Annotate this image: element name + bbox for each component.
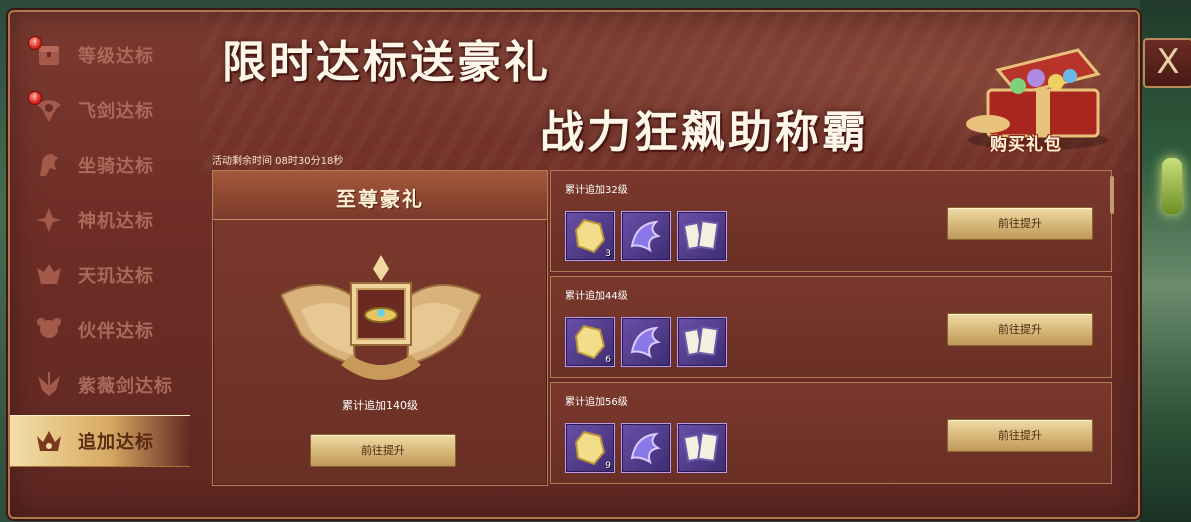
main-reward-card: 至尊豪礼 累计追加140级 前往提升	[212, 170, 548, 486]
sidebar: ! 等级达标 ! 飞剑达标 坐骑达标 神机达标 天玑达标 伙伴达标 紫薇剑达标 …	[10, 26, 190, 496]
sidebar-item-ziwei-sword[interactable]: 紫薇剑达标	[10, 360, 190, 410]
main-reward-description: 累计追加140级	[342, 399, 418, 412]
sidebar-item-label: 紫薇剑达标	[78, 376, 173, 397]
sidebar-item-label: 追加达标	[78, 432, 154, 453]
go-upgrade-button[interactable]: 前往提升	[947, 313, 1093, 346]
mount-icon	[32, 148, 66, 182]
reward-item-slot[interactable]	[677, 423, 727, 473]
sidebar-item-label: 天玑达标	[78, 266, 154, 287]
tianji-icon	[32, 258, 66, 292]
winged-emblem-icon	[279, 255, 483, 395]
gift-pack-label: 购买礼包	[990, 135, 1062, 155]
reward-row-title: 累计追加56级	[565, 397, 628, 408]
go-upgrade-button[interactable]: 前往提升	[947, 419, 1093, 452]
sidebar-item-label: 神机达标	[78, 211, 154, 232]
skill-book-icon	[682, 431, 719, 463]
event-timer: 活动剩余时间 08时30分18秒	[212, 156, 344, 167]
banner-title-line2: 战力狂飙助称霸	[540, 107, 869, 158]
reward-row: 累计追加44级 6 前往提升	[550, 276, 1112, 378]
main-reward-title: 至尊豪礼	[336, 187, 424, 211]
item-count: 6	[605, 355, 611, 365]
reward-item-slot[interactable]: 3	[565, 211, 615, 261]
lantern-decoration	[1162, 158, 1182, 214]
sidebar-item-level[interactable]: ! 等级达标	[10, 30, 190, 80]
purple-dragon-icon	[630, 326, 661, 359]
reward-row-title: 累计追加32级	[565, 185, 628, 196]
gold-crystal-icon	[574, 218, 606, 254]
reward-items: 6	[565, 317, 727, 367]
sidebar-item-label: 飞剑达标	[78, 101, 154, 122]
reward-item-slot[interactable]	[621, 423, 671, 473]
alert-icon: !	[28, 36, 42, 50]
reward-item-slot[interactable]: 9	[565, 423, 615, 473]
sidebar-item-partner[interactable]: 伙伴达标	[10, 305, 190, 355]
sidebar-item-divine-machine[interactable]: 神机达标	[10, 195, 190, 245]
partner-icon	[32, 313, 66, 347]
reward-items: 3	[565, 211, 727, 261]
ziwei-sword-icon	[32, 368, 66, 402]
reward-item-slot[interactable]	[677, 317, 727, 367]
skill-book-icon	[682, 325, 719, 357]
sidebar-item-flying-sword[interactable]: ! 飞剑达标	[10, 85, 190, 135]
crown-icon	[32, 424, 66, 458]
gold-crystal-icon	[574, 430, 606, 466]
skill-book-icon	[682, 219, 719, 251]
reward-item-slot[interactable]: 6	[565, 317, 615, 367]
item-count: 9	[605, 461, 611, 471]
reward-item-slot[interactable]	[677, 211, 727, 261]
reward-row: 累计追加56级 9 前往提升	[550, 382, 1112, 484]
gold-crystal-icon	[574, 324, 606, 360]
reward-list: 累计追加32级 3 前往提升 累计追加44级 6 前往提升 累计追加56级 9 …	[550, 170, 1112, 490]
go-upgrade-button[interactable]: 前往提升	[310, 434, 456, 467]
sidebar-item-label: 伙伴达标	[78, 321, 154, 342]
purple-dragon-icon	[630, 432, 661, 465]
reward-item-slot[interactable]	[621, 211, 671, 261]
reward-item-slot[interactable]	[621, 317, 671, 367]
reward-items: 9	[565, 423, 727, 473]
reward-list-scrollbar[interactable]	[1110, 176, 1114, 214]
go-upgrade-button[interactable]: 前往提升	[947, 207, 1093, 240]
close-button[interactable]: X	[1143, 38, 1191, 88]
alert-icon: !	[28, 91, 42, 105]
purple-dragon-icon	[630, 220, 661, 253]
banner-title-line1: 限时达标送豪礼	[222, 37, 551, 88]
reward-row: 累计追加32级 3 前往提升	[550, 170, 1112, 272]
sidebar-item-tianji[interactable]: 天玑达标	[10, 250, 190, 300]
sidebar-item-mount[interactable]: 坐骑达标	[10, 140, 190, 190]
item-count: 3	[605, 249, 611, 259]
sidebar-item-label: 坐骑达标	[78, 156, 154, 177]
sidebar-item-additional[interactable]: 追加达标	[10, 415, 190, 467]
divine-machine-icon	[32, 203, 66, 237]
sidebar-item-label: 等级达标	[78, 46, 154, 67]
reward-row-title: 累计追加44级	[565, 291, 628, 302]
